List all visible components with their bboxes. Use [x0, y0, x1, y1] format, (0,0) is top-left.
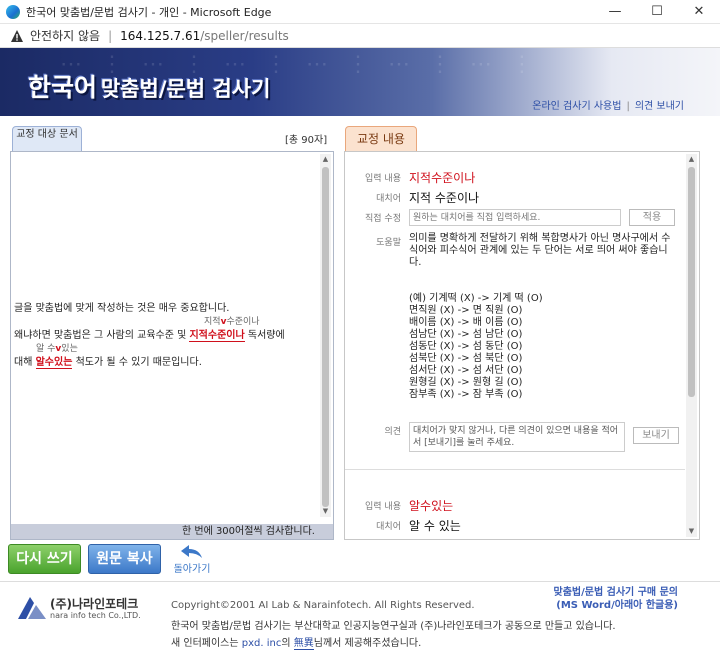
help-example: 배이름 (X) -> 배 이름 (O) — [409, 317, 523, 328]
help-text: 의미를 명확하게 전달하기 위해 복합명사가 아닌 명사구에서 수식어와 피수식… — [409, 233, 679, 401]
help-example: 면직원 (X) -> 면 직원 (O) — [409, 305, 523, 316]
site-title-part1: 한국어 — [28, 73, 98, 102]
logo-english-name: nara info tech Co.,LTD. — [50, 611, 141, 620]
replacement-value[interactable]: 알 수 있는 — [409, 517, 461, 534]
input-label: 입력 내용 — [365, 502, 401, 512]
warning-icon[interactable] — [10, 29, 24, 43]
minimize-button[interactable]: — — [594, 0, 636, 24]
replacement-label: 대치어 — [376, 522, 401, 532]
replacement-row: 대치어 지적 수준이나 — [351, 189, 479, 206]
manual-link[interactable]: 온라인 검사기 사용법 — [532, 101, 621, 112]
word-limit-note: 한 번에 300어절씩 검사합니다. — [11, 524, 333, 539]
address-separator: | — [108, 28, 113, 43]
help-example: 원형길 (X) -> 원형 길 (O) — [409, 377, 523, 388]
banner-link-separator: | — [626, 101, 630, 112]
maximize-button[interactable]: ☐ — [636, 0, 678, 24]
site-title[interactable]: 한국어 맞춤법/문법 검사기 — [28, 68, 270, 104]
help-example: (예) 기계떡 (X) -> 기계 떡 (O) — [409, 293, 543, 304]
opinion-label: 의견 — [384, 427, 401, 437]
window-title: 한국어 맞춤법/문법 검사기 - 개인 - Microsoft Edge — [26, 5, 272, 19]
input-row: 입력 내용 지적수준이나 — [351, 169, 475, 186]
scroll-up-icon[interactable]: ▲ — [320, 154, 331, 165]
corrections-scrollbar[interactable]: ▲ ▼ — [686, 154, 697, 537]
purchase-line2: (MS Word/아래아 한글용) — [556, 600, 678, 611]
scroll-thumb[interactable] — [688, 167, 695, 397]
input-value: 지적수준이나 — [409, 171, 476, 185]
help-row: 도움말 의미를 명확하게 전달하기 위해 복합명사가 아닌 명사구에서 수식어와… — [351, 233, 679, 401]
correction-hint: 지적v수준이나 — [204, 317, 260, 327]
help-description: 의미를 명확하게 전달하기 위해 복합명사가 아닌 명사구에서 수식어와 피수식… — [409, 233, 671, 268]
source-line: 지적v수준이나 왜냐하면 맞춤법은 그 사람의 교육수준 및 지적수준이나 독서… — [14, 317, 285, 342]
source-document-panel[interactable]: 글을 맞춤법에 맞게 작성하는 것은 매우 중요합니다. 지적v수준이나 왜냐하… — [10, 151, 334, 540]
scroll-down-icon[interactable]: ▼ — [320, 506, 331, 517]
direct-edit-row: 직접 수정 적용 — [351, 209, 675, 226]
url-host[interactable]: 164.125.7.61 — [120, 29, 200, 43]
footer-interface-credit: 새 인터페이스는 pxd. inc의 無異님께서 제공해주셨습니다. — [171, 638, 422, 650]
source-line: 글을 맞춤법에 맞게 작성하는 것은 매우 중요합니다. — [14, 303, 230, 314]
window-title-bar: 한국어 맞춤법/문법 검사기 - 개인 - Microsoft Edge — ☐… — [0, 0, 720, 24]
direct-edit-label: 직접 수정 — [365, 214, 401, 224]
help-example: 섬북단 (X) -> 섬 북단 (O) — [409, 353, 523, 364]
direct-edit-input[interactable] — [409, 209, 621, 226]
scroll-up-icon[interactable]: ▲ — [686, 154, 697, 165]
rewrite-button[interactable]: 다시 쓰기 — [8, 544, 81, 574]
purchase-inquiry-link[interactable]: 맞춤법/문법 검사기 구매 문의 (MS Word/아래아 한글용) — [554, 586, 679, 612]
replacement-value[interactable]: 지적 수준이나 — [409, 189, 479, 206]
copyright-text: Copyright©2001 AI Lab & Narainfotech. Al… — [171, 600, 475, 611]
pxd-link[interactable]: pxd. inc — [242, 638, 282, 649]
input-label: 입력 내용 — [365, 174, 401, 184]
url-path[interactable]: /speller/results — [200, 29, 289, 43]
footer-divider — [0, 581, 720, 582]
edge-browser-icon — [6, 4, 20, 19]
help-example: 잠부족 (X) -> 잠 부족 (O) — [409, 389, 523, 400]
character-count: [총 90자] — [285, 135, 328, 146]
corrections-panel[interactable]: 입력 내용 지적수준이나 대치어 지적 수준이나 직접 수정 적용 도움말 의미… — [344, 151, 700, 540]
scroll-down-icon[interactable]: ▼ — [686, 526, 697, 537]
purchase-line1: 맞춤법/문법 검사기 구매 문의 — [553, 587, 679, 598]
tab-source-document[interactable]: 교정 대상 문서 — [12, 126, 82, 152]
site-title-part2: 맞춤법/문법 검사기 — [100, 77, 271, 101]
close-button[interactable]: ✕ — [678, 0, 720, 24]
nara-logo-icon — [18, 597, 46, 619]
help-example: 섬남단 (X) -> 섬 남단 (O) — [409, 329, 523, 340]
apply-button[interactable]: 적용 — [629, 209, 675, 226]
help-example: 섬서단 (X) -> 섬 서단 (O) — [409, 365, 523, 376]
item-divider — [345, 469, 685, 470]
tab-corrections[interactable]: 교정 내용 — [345, 126, 417, 152]
feedback-link[interactable]: 의견 보내기 — [635, 101, 684, 112]
help-label: 도움말 — [376, 238, 401, 248]
error-word[interactable]: 지적수준이나 — [189, 330, 245, 342]
banner-links: 온라인 검사기 사용법 | 의견 보내기 — [532, 97, 684, 112]
logo-korean-name: (주)나라인포테크 — [50, 597, 139, 611]
help-example: 섬동단 (X) -> 섬 동단 (O) — [409, 341, 523, 352]
input-row: 입력 내용 알수있는 — [351, 497, 453, 514]
correction-hint: 알 수v있는 — [36, 344, 78, 354]
send-button[interactable]: 보내기 — [633, 427, 679, 444]
source-text: 글을 맞춤법에 맞게 작성하는 것은 매우 중요합니다. 지적v수준이나 왜냐하… — [14, 302, 316, 372]
back-arrow-icon — [181, 545, 202, 558]
replacement-row: 대치어 알 수 있는 — [351, 517, 461, 534]
scroll-thumb[interactable] — [322, 167, 329, 507]
company-logo[interactable]: (주)나라인포테크 nara info tech Co.,LTD. — [16, 593, 166, 627]
copy-original-button[interactable]: 원문 복사 — [88, 544, 161, 574]
window-controls: — ☐ ✕ — [594, 0, 720, 24]
back-button[interactable]: 돌아가기 — [168, 544, 216, 575]
replacement-label: 대치어 — [376, 194, 401, 204]
designer-name: 無異 — [293, 638, 314, 650]
error-word[interactable]: 알수있는 — [35, 357, 73, 369]
back-label: 돌아가기 — [173, 564, 211, 575]
source-scrollbar[interactable]: ▲ ▼ — [320, 154, 331, 517]
address-bar[interactable]: 안전하지 않음 | 164.125.7.61/speller/results — [0, 24, 720, 48]
footer-credit: 한국어 맞춤법/문법 검사기는 부산대학교 인공지능연구실과 (주)나라인포테크… — [171, 621, 616, 632]
input-value: 알수있는 — [409, 499, 454, 513]
security-status[interactable]: 안전하지 않음 — [30, 27, 100, 44]
opinion-textarea[interactable]: 대치어가 맞지 않거나, 다른 의견이 있으면 내용을 적어서 [보내기]를 눌… — [409, 422, 625, 452]
source-line: 알 수v있는 대해 알수있는 척도가 될 수 있기 때문입니다. — [14, 344, 202, 369]
opinion-row: 의견 대치어가 맞지 않거나, 다른 의견이 있으면 내용을 적어서 [보내기]… — [351, 422, 679, 452]
